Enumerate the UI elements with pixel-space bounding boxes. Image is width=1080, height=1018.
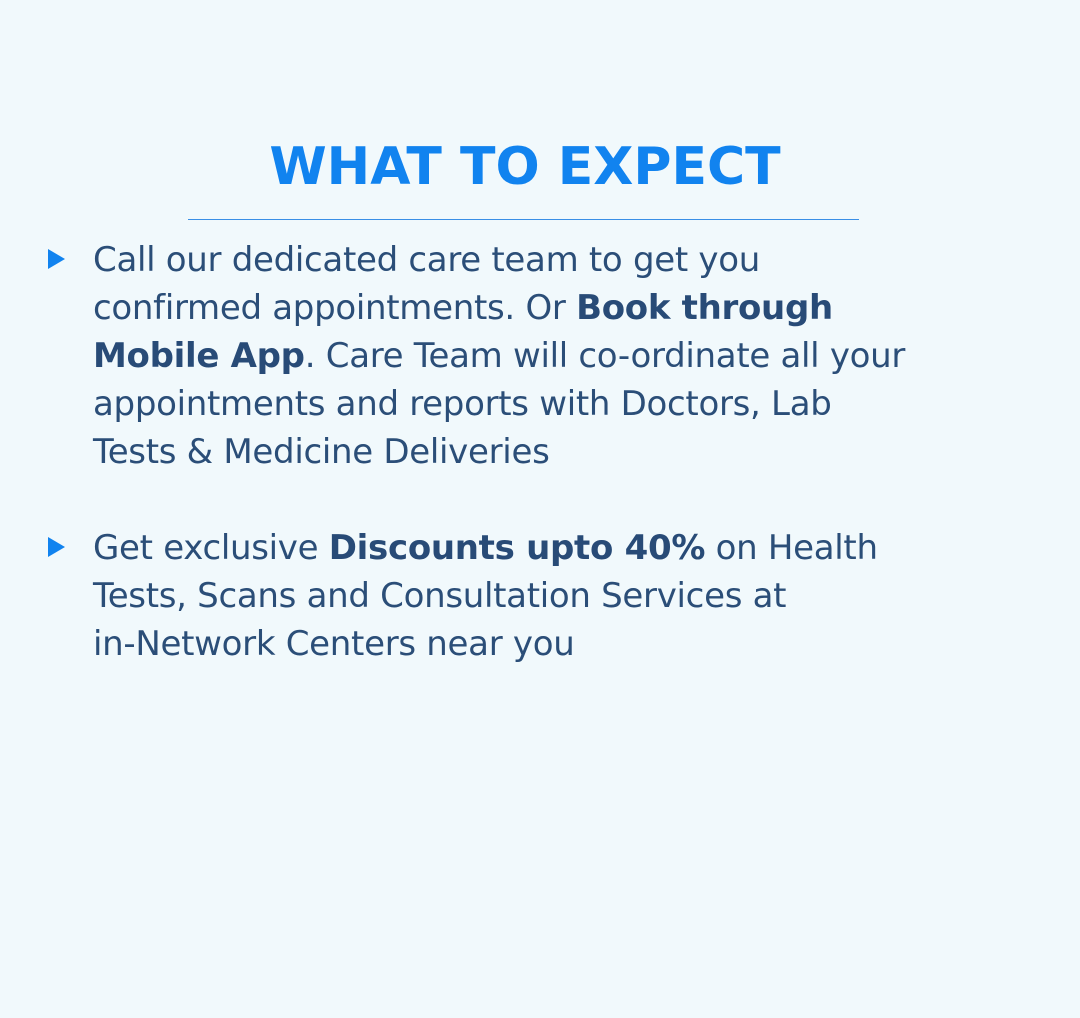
text-line: Mobile App. Care Team will co-ordinate a…	[93, 336, 906, 376]
triangle-right-icon	[48, 249, 65, 269]
text-line: Tests & Medicine Deliveries	[93, 432, 550, 472]
text-line: in-Network Centers near you	[93, 624, 575, 664]
text-line: Get exclusive Discounts upto 40% on Heal…	[93, 528, 878, 568]
mobile-app-highlight: Mobile App	[93, 336, 305, 376]
list-item-text: Get exclusive Discounts upto 40% on Heal…	[93, 524, 1053, 668]
page-title: WHAT TO EXPECT	[269, 137, 781, 197]
discount-highlight: Discounts upto 40%	[328, 528, 706, 568]
text-line: Tests, Scans and Consultation Services a…	[93, 576, 787, 616]
triangle-right-icon	[48, 537, 65, 557]
text-line: appointments and reports with Doctors, L…	[93, 384, 832, 424]
title-divider	[188, 219, 859, 220]
text-line: confirmed appointments. Or Book through	[93, 288, 833, 328]
text-line: Call our dedicated care team to get you	[93, 240, 760, 280]
list-item-text: Call our dedicated care team to get you …	[93, 236, 1053, 476]
book-through-highlight: Book through	[576, 288, 833, 328]
